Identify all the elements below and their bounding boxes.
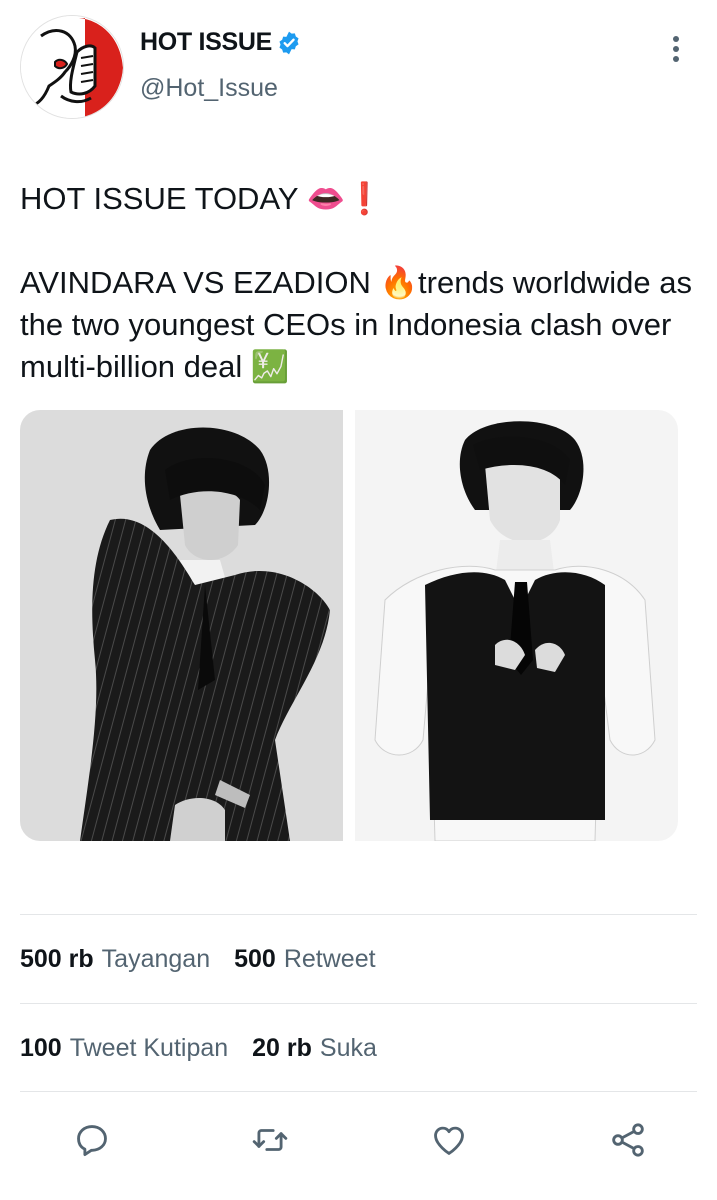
- share-button[interactable]: [606, 1118, 650, 1162]
- reply-button[interactable]: [70, 1118, 114, 1162]
- like-icon: [434, 1126, 464, 1155]
- avatar[interactable]: [20, 15, 124, 119]
- whisper-lips-icon: [21, 16, 123, 118]
- reply-icon: [77, 1125, 107, 1156]
- more-options-button[interactable]: [658, 30, 694, 70]
- display-name-text[interactable]: HOT ISSUE: [140, 28, 272, 57]
- like-button[interactable]: [427, 1118, 471, 1162]
- stat-likes[interactable]: 20 rb Suka: [252, 1034, 377, 1063]
- share-icon: [612, 1123, 644, 1157]
- stat-quote-tweets-value: 100: [20, 1034, 62, 1062]
- tweet-text: HOT ISSUE TODAY 👄❗ AVINDARA VS EZADION 🔥…: [20, 181, 693, 384]
- stat-quote-tweets-label: Tweet Kutipan: [69, 1034, 229, 1062]
- stat-retweets-label: Retweet: [283, 945, 376, 973]
- divider-top: [20, 914, 697, 915]
- divider-bottom: [20, 1091, 697, 1092]
- stat-views[interactable]: 500 rb Tayangan: [20, 945, 210, 974]
- stat-views-label: Tayangan: [101, 945, 211, 973]
- stat-retweets-value: 500: [234, 945, 276, 973]
- media-image-2[interactable]: [355, 410, 678, 841]
- photo-pinstripe-suit: [20, 410, 343, 841]
- media-image-1[interactable]: [20, 410, 343, 841]
- stat-quote-tweets[interactable]: 100 Tweet Kutipan: [20, 1034, 228, 1063]
- stats-row-views-retweets: 500 rb Tayangan 500 Retweet: [20, 945, 376, 974]
- retweet-icon: [252, 1129, 288, 1151]
- stats-row-quotes-likes: 100 Tweet Kutipan 20 rb Suka: [20, 1034, 377, 1063]
- tweet-header: HOT ISSUE @Hot_Issue: [0, 0, 717, 130]
- stat-likes-label: Suka: [319, 1034, 377, 1062]
- stat-likes-value: 20 rb: [252, 1034, 312, 1062]
- divider-middle: [20, 1003, 697, 1004]
- stat-views-value: 500 rb: [20, 945, 94, 973]
- user-handle[interactable]: @Hot_Issue: [140, 74, 278, 103]
- retweet-button[interactable]: [248, 1118, 292, 1162]
- more-vertical-icon: [673, 36, 679, 62]
- photo-black-vest: [355, 410, 678, 841]
- action-bar: [0, 1110, 717, 1170]
- tweet-media: [20, 410, 678, 841]
- verified-badge-icon: [279, 31, 299, 54]
- display-name[interactable]: HOT ISSUE: [140, 28, 302, 57]
- stat-retweets[interactable]: 500 Retweet: [234, 945, 375, 974]
